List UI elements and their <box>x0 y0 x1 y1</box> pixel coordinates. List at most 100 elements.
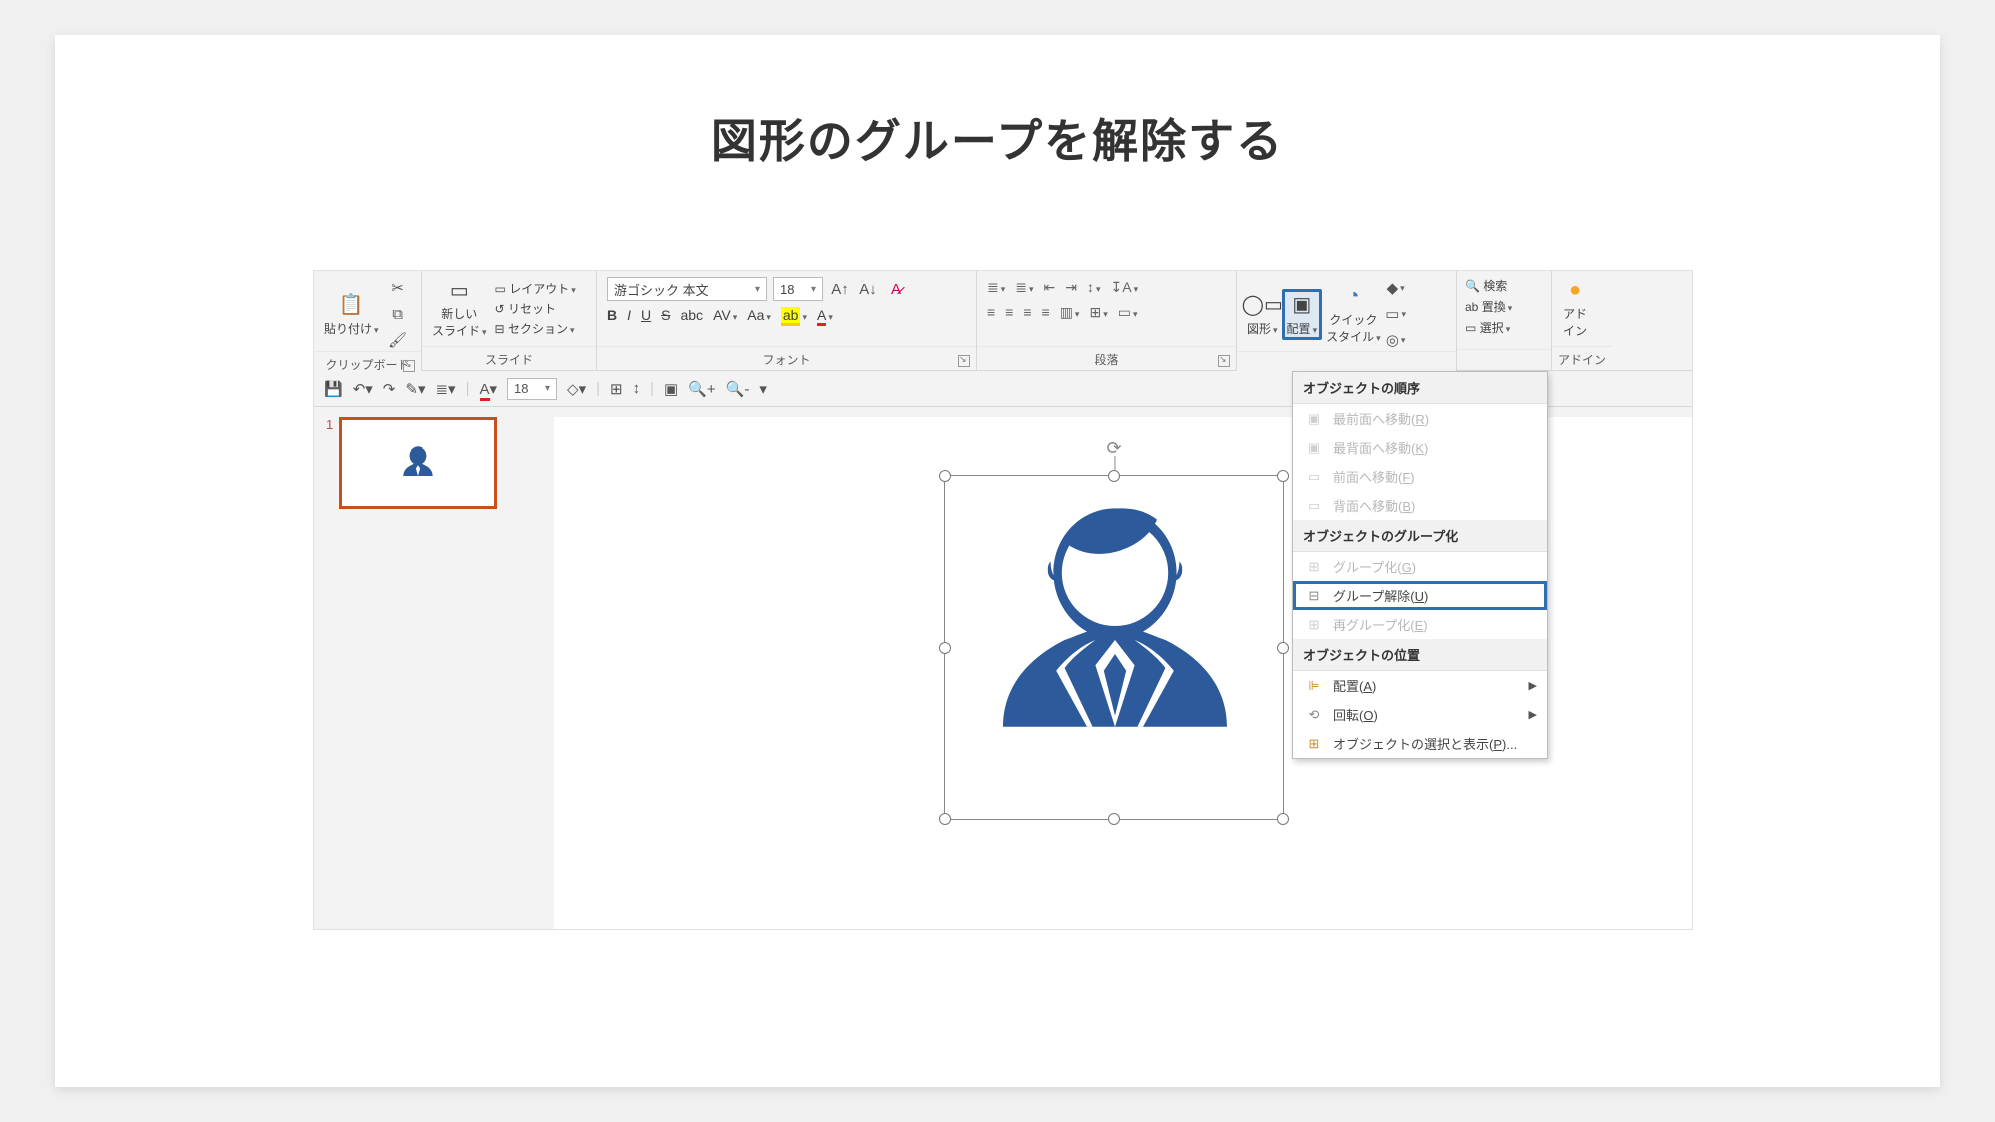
shadow-button[interactable]: abc <box>680 307 703 323</box>
resize-handle[interactable] <box>939 470 951 482</box>
group-label-paragraph: 段落 <box>977 346 1236 370</box>
reset-button[interactable]: ↺ リセット <box>495 300 576 317</box>
send-back-icon: ▣ <box>1305 440 1323 456</box>
indent-button[interactable]: ⇥ <box>1065 279 1077 296</box>
shrink-font-icon[interactable]: A↓ <box>857 278 879 300</box>
shape-fill-button[interactable]: ◆ <box>1385 277 1407 299</box>
dialog-launcher-icon[interactable] <box>403 360 415 372</box>
select-button[interactable]: ▭ 選択 <box>1465 319 1543 336</box>
font-color-qat[interactable]: A▾ <box>480 380 498 398</box>
rotate-handle-icon[interactable]: ⟳ <box>1106 438 1121 459</box>
align-qat-icon[interactable]: ↕ <box>633 380 641 397</box>
addin-icon: ● <box>1562 277 1588 303</box>
menu-selection-pane[interactable]: ⊞オブジェクトの選択と表示(P)... <box>1293 729 1547 758</box>
menu-regroup[interactable]: ⊞再グループ化(E) <box>1293 610 1547 639</box>
group-icon: ⊞ <box>1305 559 1323 575</box>
grow-font-icon[interactable]: A↑ <box>829 278 851 300</box>
resize-handle[interactable] <box>939 642 951 654</box>
menu-align[interactable]: ⊫配置(A)▶ <box>1293 671 1547 700</box>
shapes-button[interactable]: ◯▭ 図形 <box>1247 292 1278 337</box>
shape-outline-button[interactable]: ▭ <box>1385 303 1407 325</box>
align-icon: ⊫ <box>1305 678 1323 694</box>
group-label-addins: アドイン <box>1552 346 1612 370</box>
resize-handle[interactable] <box>939 813 951 825</box>
menu-bring-forward[interactable]: ▭前面へ移動(F) <box>1293 462 1547 491</box>
menu-group[interactable]: ⊞グループ化(G) <box>1293 552 1547 581</box>
zoom-in-icon[interactable]: 🔍+ <box>688 380 715 398</box>
numbering-button[interactable]: ≣ <box>1015 279 1033 296</box>
group-label-clipboard: クリップボード <box>314 351 421 375</box>
menu-ungroup[interactable]: ⊟グループ解除(U) <box>1293 581 1547 610</box>
selection-box[interactable]: ⟳ <box>944 475 1284 820</box>
person-icon <box>975 486 1255 766</box>
char-spacing-button[interactable]: AV <box>713 307 737 323</box>
resize-handle[interactable] <box>1277 813 1289 825</box>
more-qat-icon[interactable]: ▾ <box>759 380 767 398</box>
arrange-menu: オブジェクトの順序 ▣最前面へ移動(R) ▣最背面へ移動(K) ▭前面へ移動(F… <box>1292 371 1548 759</box>
slide-thumbnail-1[interactable] <box>339 417 497 509</box>
justify-button[interactable]: ≡ <box>1042 304 1050 321</box>
underline-button[interactable]: U <box>641 307 651 323</box>
zoom-out-icon[interactable]: 🔍- <box>726 380 750 398</box>
cut-icon[interactable]: ✂ <box>387 277 409 299</box>
menu-rotate[interactable]: ⟲回転(O)▶ <box>1293 700 1547 729</box>
quick-styles-button[interactable]: ◔ クイック スタイル <box>1326 283 1381 345</box>
line-spacing-button[interactable]: ↕ <box>1087 279 1101 296</box>
list-icon[interactable]: ≣▾ <box>435 380 455 398</box>
menu-send-backward[interactable]: ▭背面へ移動(B) <box>1293 491 1547 520</box>
clear-format-icon[interactable]: A̷ <box>885 278 907 300</box>
bring-front-icon: ▣ <box>1305 411 1323 427</box>
menu-bring-to-front[interactable]: ▣最前面へ移動(R) <box>1293 404 1547 433</box>
format-painter-icon[interactable]: 🖌 <box>387 329 409 351</box>
person-icon <box>397 442 439 484</box>
selection-pane-icon: ⊞ <box>1305 736 1323 752</box>
font-name-select[interactable]: 游ゴシック 本文▾ <box>607 277 767 301</box>
undo-icon[interactable]: ↶▾ <box>353 380 373 398</box>
bold-button[interactable]: B <box>607 307 617 323</box>
backward-icon: ▭ <box>1305 498 1323 514</box>
find-button[interactable]: 🔍 検索 <box>1465 277 1543 294</box>
font-size-select[interactable]: 18▾ <box>773 277 823 301</box>
resize-handle[interactable] <box>1277 642 1289 654</box>
outdent-button[interactable]: ⇤ <box>1044 279 1056 296</box>
new-slide-button[interactable]: ▭ 新しい スライド <box>432 277 487 339</box>
menu-send-to-back[interactable]: ▣最背面へ移動(K) <box>1293 433 1547 462</box>
dialog-launcher-icon[interactable] <box>1218 355 1230 367</box>
paste-button[interactable]: 📋 貼り付け <box>324 292 379 337</box>
align-right-button[interactable]: ≡ <box>1023 304 1031 321</box>
shape-effects-button[interactable]: ◎ <box>1385 329 1407 351</box>
strike-button[interactable]: S <box>661 307 670 323</box>
shape-qat[interactable]: ◇▾ <box>567 380 586 398</box>
save-icon[interactable]: 💾 <box>324 380 343 398</box>
resize-handle[interactable] <box>1108 813 1120 825</box>
text-direction-button[interactable]: ↧A <box>1111 279 1139 296</box>
columns-button[interactable]: ▥ <box>1060 304 1080 321</box>
replace-button[interactable]: ab 置換 <box>1465 298 1543 315</box>
new-slide-icon: ▭ <box>446 277 472 303</box>
font-size-qat[interactable]: 18▾ <box>507 378 557 400</box>
regroup-icon: ⊞ <box>1305 617 1323 633</box>
change-case-button[interactable]: Aa <box>747 307 771 323</box>
rotate-icon: ⟲ <box>1305 707 1323 723</box>
dialog-launcher-icon[interactable] <box>958 355 970 367</box>
group-label-font: フォント <box>597 346 976 370</box>
highlight-button[interactable]: ab <box>781 307 807 323</box>
arrange-button[interactable]: ▣ 配置 <box>1282 289 1323 340</box>
font-color-button[interactable]: A <box>817 307 833 323</box>
ink-icon[interactable]: ✎▾ <box>405 380 425 398</box>
resize-handle[interactable] <box>1108 470 1120 482</box>
group-qat-icon[interactable]: ⊞ <box>610 380 623 398</box>
bullets-button[interactable]: ≣ <box>987 279 1005 296</box>
align-center-button[interactable]: ≡ <box>1005 304 1013 321</box>
italic-button[interactable]: I <box>627 307 631 323</box>
addins-button[interactable]: ●アド イン <box>1562 277 1588 339</box>
resize-handle[interactable] <box>1277 470 1289 482</box>
redo-icon[interactable]: ↷ <box>383 380 396 398</box>
smartart-button[interactable]: ▭ <box>1118 304 1138 321</box>
align-left-button[interactable]: ≡ <box>987 304 995 321</box>
copy-icon[interactable]: ⧉ <box>387 303 409 325</box>
section-button[interactable]: ⊟ セクション <box>495 320 576 337</box>
crop-icon[interactable]: ▣ <box>664 380 678 398</box>
align-text-button[interactable]: ⊞ <box>1089 304 1107 321</box>
layout-button[interactable]: ▭ レイアウト <box>495 280 576 297</box>
